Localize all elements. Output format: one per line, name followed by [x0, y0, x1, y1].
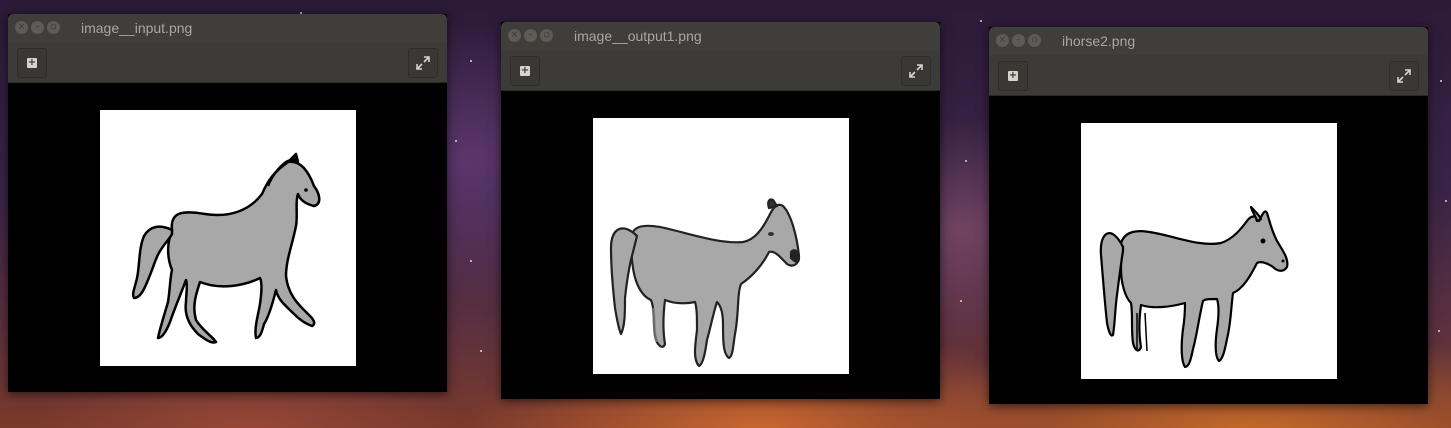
window-titlebar[interactable]: × – ▫ image__output1.png	[501, 22, 940, 50]
image-canvas	[989, 96, 1428, 404]
close-icon[interactable]: ×	[508, 29, 521, 42]
image-canvas	[8, 83, 447, 392]
window-titlebar[interactable]: × – ▫ ihorse2.png	[989, 27, 1428, 55]
fullscreen-icon	[909, 64, 923, 78]
minimize-icon[interactable]: –	[524, 29, 537, 42]
image-display	[593, 118, 849, 374]
image-display	[100, 110, 356, 366]
fullscreen-icon	[1397, 69, 1411, 83]
image-display	[1081, 123, 1337, 379]
plus-icon: +	[27, 57, 37, 68]
window-toolbar: +	[989, 55, 1428, 96]
maximize-icon[interactable]: ▫	[540, 29, 553, 42]
maximize-icon[interactable]: ▫	[1028, 34, 1041, 47]
image-viewer-window-ihorse2: × – ▫ ihorse2.png +	[989, 27, 1428, 404]
horse-image-output1	[609, 198, 801, 368]
window-title: ihorse2.png	[1062, 33, 1136, 49]
add-button[interactable]: +	[998, 61, 1028, 91]
fullscreen-icon	[416, 56, 430, 70]
fullscreen-button[interactable]	[1389, 61, 1419, 91]
plus-icon: +	[520, 65, 530, 76]
image-viewer-window-output1: × – ▫ image__output1.png +	[501, 22, 940, 399]
horse-image-input	[131, 152, 321, 344]
add-button[interactable]: +	[510, 56, 540, 86]
window-titlebar[interactable]: × – ▫ image__input.png	[8, 14, 447, 42]
fullscreen-button[interactable]	[901, 56, 931, 86]
window-toolbar: +	[501, 50, 940, 91]
maximize-icon[interactable]: ▫	[47, 21, 60, 34]
fullscreen-button[interactable]	[408, 48, 438, 78]
window-toolbar: +	[8, 42, 447, 83]
add-button[interactable]: +	[17, 48, 47, 78]
window-title: image__input.png	[81, 20, 193, 36]
close-icon[interactable]: ×	[996, 34, 1009, 47]
image-canvas	[501, 91, 940, 399]
window-title: image__output1.png	[574, 28, 702, 44]
close-icon[interactable]: ×	[15, 21, 28, 34]
minimize-icon[interactable]: –	[1012, 34, 1025, 47]
minimize-icon[interactable]: –	[31, 21, 44, 34]
plus-icon: +	[1008, 70, 1018, 81]
horse-image-ihorse2	[1099, 205, 1289, 369]
image-viewer-window-input: × – ▫ image__input.png +	[8, 14, 447, 392]
